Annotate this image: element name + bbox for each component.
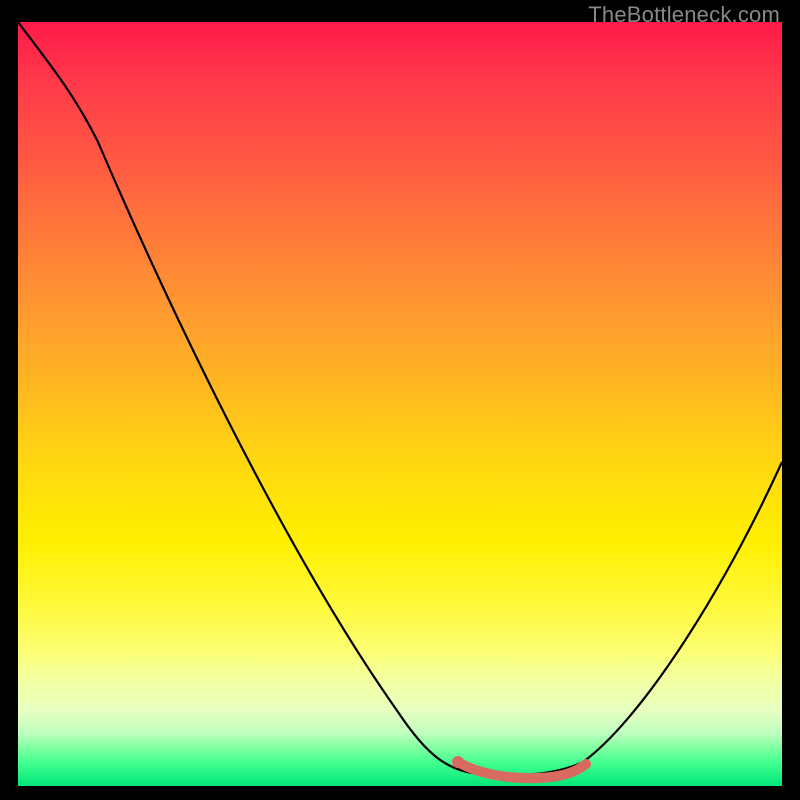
chart-curves [18,22,782,786]
bottleneck-curve-line [18,22,782,776]
optimal-range-marker [458,762,586,778]
optimal-range-start-dot [452,756,464,768]
watermark-text: TheBottleneck.com [588,2,780,28]
chart-plot [18,22,782,786]
